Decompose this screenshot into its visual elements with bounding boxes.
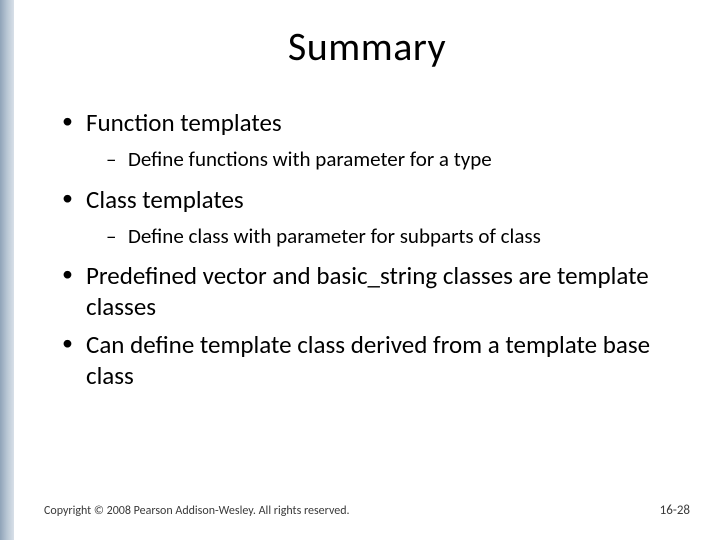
sub-list-item: Define functions with parameter for a ty… (106, 146, 690, 173)
list-item: Predefined vector and basic_string class… (62, 260, 690, 323)
list-item: Class templates Define class with parame… (62, 184, 690, 251)
slide-left-rail (0, 0, 14, 540)
bullet-text: Function templates (86, 107, 282, 138)
list-item: Can define template class derived from a… (62, 329, 690, 392)
slide-content: Summary Function templates Define functi… (14, 0, 720, 540)
sub-bullet-text: Define functions with parameter for a ty… (128, 146, 492, 172)
sub-bullet-text: Define class with parameter for subparts… (128, 223, 541, 249)
bullet-text: Class templates (86, 184, 244, 215)
sub-list-item: Define class with parameter for subparts… (106, 223, 690, 250)
bullet-text: Predefined vector and basic_string class… (86, 260, 649, 322)
page-number: 16-28 (660, 503, 690, 518)
sub-list: Define class with parameter for subparts… (86, 223, 690, 250)
slide-title: Summary (44, 22, 690, 71)
sub-list: Define functions with parameter for a ty… (86, 146, 690, 173)
bullet-text: Can define template class derived from a… (86, 329, 650, 391)
copyright-footer: Copyright © 2008 Pearson Addison-Wesley.… (44, 504, 350, 518)
list-item: Function templates Define functions with… (62, 107, 690, 174)
bullet-list: Function templates Define functions with… (44, 107, 690, 391)
